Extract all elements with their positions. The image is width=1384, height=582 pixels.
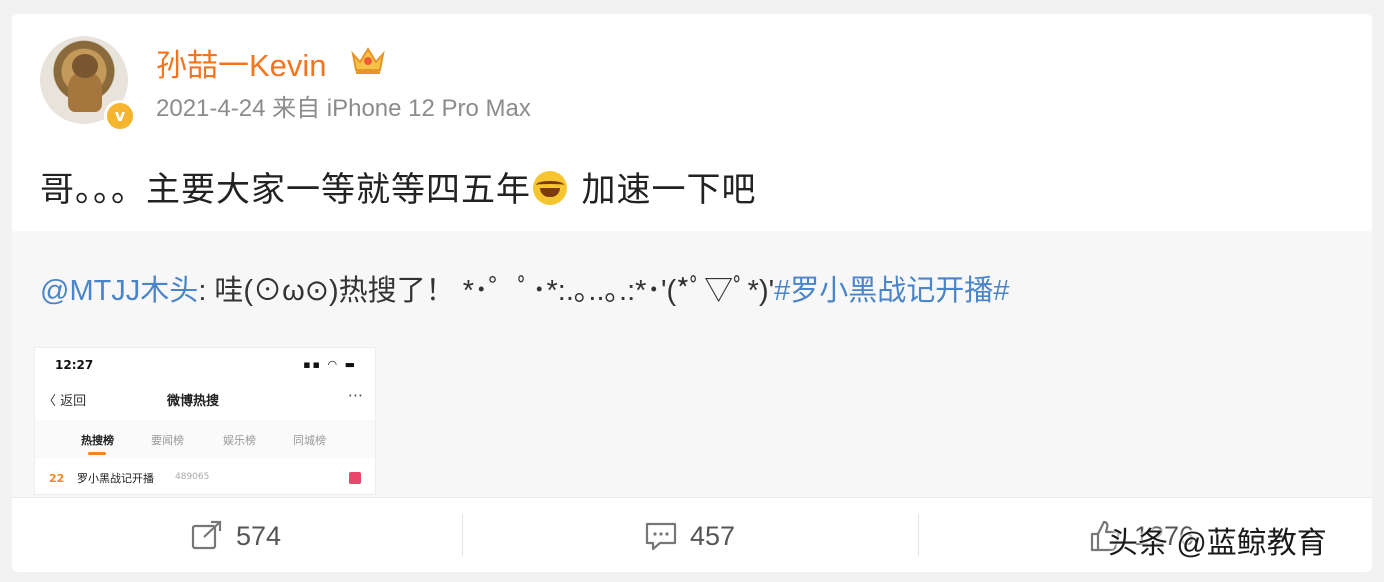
thumb-tab-indicator (88, 452, 106, 455)
thumb-row-rank: 22 (49, 472, 65, 485)
thumb-tab: 同城榜 (293, 434, 326, 447)
comment-icon (645, 522, 677, 551)
avatar[interactable]: v (40, 36, 136, 132)
post-text: 哥。。。主要大家一等就等四五年 加速一下吧 (40, 162, 756, 211)
watermark: 头条 @蓝鲸教育 (1108, 527, 1327, 560)
thumb-status-icons: ▪▪ ◠ ▬ (303, 358, 357, 371)
comment-button[interactable]: 457 (644, 518, 735, 554)
laughing-tears-emoji-icon (533, 171, 567, 205)
thumb-tabs: 热搜榜 要闻榜 娱乐榜 同城榜 (35, 420, 375, 458)
thumb-tab: 要闻榜 (151, 434, 184, 447)
thumb-tab: 热搜榜 (81, 434, 114, 447)
hashtag-link[interactable]: #罗小黑战记开播# (774, 275, 1009, 307)
repost-icon (191, 520, 222, 550)
thumb-time: 12:27 (55, 358, 94, 372)
post-text-main: 哥。。。主要大家一等就等四五年 (40, 171, 531, 209)
repost-text: @MTJJ木头: 哇(⊙ω⊙)热搜了！ *･゜ﾟ･*:.｡..｡.:*･'(*ﾟ… (40, 267, 1009, 309)
comment-count: 457 (690, 520, 736, 551)
thumb-row-count: 489065 (175, 472, 210, 482)
action-divider (462, 514, 463, 556)
thumb-back: 〈 返回 (43, 394, 87, 409)
post-text-tail: 加速一下吧 (571, 171, 757, 209)
weibo-post-card: v 孙喆一Kevin 2021-4-24 来自 iPhone 12 Pro Ma… (12, 14, 1372, 572)
repost-user-link[interactable]: @MTJJ木头 (40, 275, 198, 307)
thumb-title: 微博热搜 (167, 394, 220, 409)
verified-badge-icon: v (104, 100, 136, 132)
thumb-tab: 娱乐榜 (223, 434, 256, 447)
username[interactable]: 孙喆一Kevin (156, 40, 327, 85)
reposted-content[interactable]: @MTJJ木头: 哇(⊙ω⊙)热搜了！ *･゜ﾟ･*:.｡..｡.:*･'(*ﾟ… (12, 231, 1372, 497)
repost-button[interactable]: 574 (190, 518, 281, 554)
thumb-more-icon: ··· (347, 386, 363, 405)
action-divider (918, 514, 919, 556)
thumb-hot-badge-icon (349, 472, 361, 484)
post-meta: 2021-4-24 来自 iPhone 12 Pro Max (156, 95, 531, 122)
repost-body: : 哇(⊙ω⊙)热搜了！ *･゜ﾟ･*:.｡..｡.:*･'(*ﾟ▽ﾟ*)' (198, 275, 775, 307)
vip-crown-icon (351, 47, 385, 74)
repost-count: 574 (236, 520, 282, 551)
screenshot-thumbnail[interactable]: 12:27 ▪▪ ◠ ▬ 〈 返回 微博热搜 ··· 热搜榜 要闻榜 娱乐榜 同… (34, 347, 376, 495)
thumb-row-title: 罗小黑战记开播 (77, 472, 154, 485)
